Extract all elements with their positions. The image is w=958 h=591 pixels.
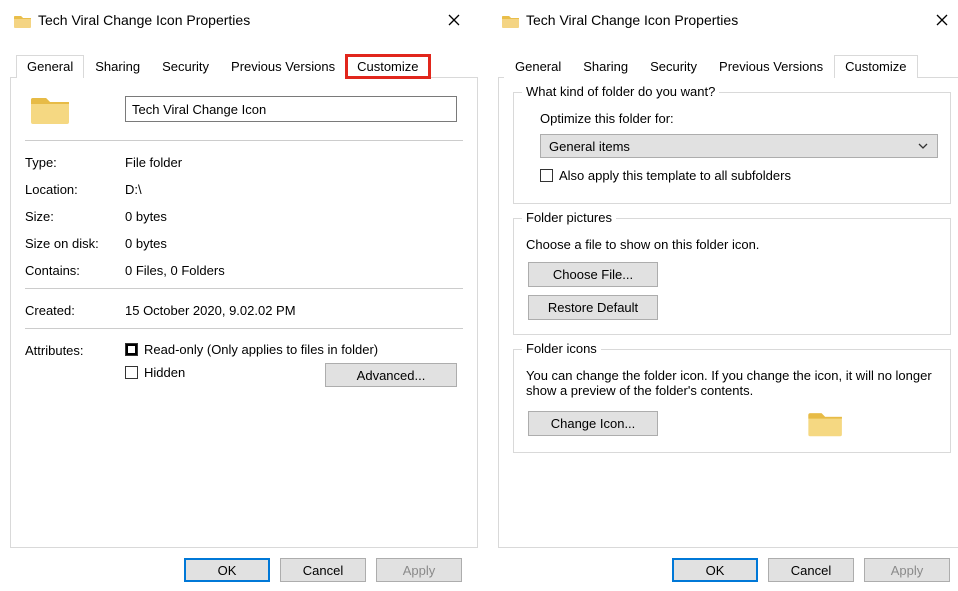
label-attributes: Attributes: xyxy=(25,341,125,358)
tab-general[interactable]: General xyxy=(16,55,84,78)
tab-sharing[interactable]: Sharing xyxy=(572,55,639,78)
close-button[interactable] xyxy=(436,9,472,31)
cancel-button[interactable]: Cancel xyxy=(768,558,854,582)
label-created: Created: xyxy=(25,301,125,318)
titlebar: Tech Viral Change Icon Properties xyxy=(10,6,478,34)
apply-button[interactable]: Apply xyxy=(864,558,950,582)
subfolders-label: Also apply this template to all subfolde… xyxy=(559,168,791,183)
tab-customize[interactable]: Customize xyxy=(346,55,429,78)
label-contains: Contains: xyxy=(25,261,125,278)
tab-security[interactable]: Security xyxy=(151,55,220,78)
group-folder-type: What kind of folder do you want? Optimiz… xyxy=(513,92,951,204)
label-size-on-disk: Size on disk: xyxy=(25,234,125,251)
close-icon xyxy=(936,14,948,26)
value-size-on-disk: 0 bytes xyxy=(125,234,167,251)
dialog-button-bar: OK Cancel Apply xyxy=(184,558,462,582)
tabstrip: General Sharing Security Previous Versio… xyxy=(10,54,478,78)
group-folder-pictures: Folder pictures Choose a file to show on… xyxy=(513,218,951,335)
folder-name-input[interactable] xyxy=(125,96,457,122)
tab-previous-versions[interactable]: Previous Versions xyxy=(220,55,346,78)
restore-default-button[interactable]: Restore Default xyxy=(528,295,658,320)
choose-file-text: Choose a file to show on this folder ico… xyxy=(526,237,938,252)
properties-dialog-left: Tech Viral Change Icon Properties Genera… xyxy=(10,6,478,588)
close-button[interactable] xyxy=(924,9,958,31)
value-contains: 0 Files, 0 Folders xyxy=(125,261,225,278)
optimize-value: General items xyxy=(549,139,630,154)
hidden-checkbox[interactable]: Hidden xyxy=(125,365,185,380)
titlebar: Tech Viral Change Icon Properties xyxy=(498,6,958,34)
value-location: D:\ xyxy=(125,180,142,197)
window-title: Tech Viral Change Icon Properties xyxy=(38,12,436,28)
apply-button[interactable]: Apply xyxy=(376,558,462,582)
optimize-dropdown[interactable]: General items xyxy=(540,134,938,158)
tab-general[interactable]: General xyxy=(504,55,572,78)
tab-security[interactable]: Security xyxy=(639,55,708,78)
readonly-label: Read-only (Only applies to files in fold… xyxy=(144,342,378,357)
tab-page-general: Type:File folder Location:D:\ Size:0 byt… xyxy=(10,78,478,548)
label-optimize: Optimize this folder for: xyxy=(540,111,938,126)
change-icon-button[interactable]: Change Icon... xyxy=(528,411,658,436)
cancel-button[interactable]: Cancel xyxy=(280,558,366,582)
tab-customize[interactable]: Customize xyxy=(834,55,917,78)
tab-previous-versions[interactable]: Previous Versions xyxy=(708,55,834,78)
legend-folder-type: What kind of folder do you want? xyxy=(522,84,719,99)
checkbox-icon xyxy=(125,343,138,356)
value-type: File folder xyxy=(125,153,182,170)
value-created: 15 October 2020, 9.02.02 PM xyxy=(125,301,296,318)
window-title: Tech Viral Change Icon Properties xyxy=(526,12,924,28)
checkbox-icon xyxy=(540,169,553,182)
advanced-button[interactable]: Advanced... xyxy=(325,363,457,387)
folder-preview-icon xyxy=(808,408,844,438)
hidden-label: Hidden xyxy=(144,365,185,380)
choose-file-button[interactable]: Choose File... xyxy=(528,262,658,287)
dialog-button-bar: OK Cancel Apply xyxy=(672,558,950,582)
close-icon xyxy=(448,14,460,26)
readonly-checkbox[interactable]: Read-only (Only applies to files in fold… xyxy=(125,342,378,357)
folder-icon xyxy=(14,13,32,28)
ok-button[interactable]: OK xyxy=(672,558,758,582)
label-size: Size: xyxy=(25,207,125,224)
group-folder-icons: Folder icons You can change the folder i… xyxy=(513,349,951,453)
properties-dialog-right: Tech Viral Change Icon Properties Genera… xyxy=(498,6,958,588)
chevron-down-icon xyxy=(917,143,929,149)
tab-sharing[interactable]: Sharing xyxy=(84,55,151,78)
tab-page-customize: What kind of folder do you want? Optimiz… xyxy=(498,78,958,548)
legend-folder-pictures: Folder pictures xyxy=(522,210,616,225)
checkbox-icon xyxy=(125,366,138,379)
label-location: Location: xyxy=(25,180,125,197)
ok-button[interactable]: OK xyxy=(184,558,270,582)
folder-large-icon xyxy=(31,92,71,126)
folder-icon xyxy=(502,13,520,28)
value-size: 0 bytes xyxy=(125,207,167,224)
subfolders-checkbox[interactable]: Also apply this template to all subfolde… xyxy=(540,168,791,183)
folder-icons-text: You can change the folder icon. If you c… xyxy=(526,368,938,398)
tabstrip: General Sharing Security Previous Versio… xyxy=(498,54,958,78)
label-type: Type: xyxy=(25,153,125,170)
legend-folder-icons: Folder icons xyxy=(522,341,601,356)
